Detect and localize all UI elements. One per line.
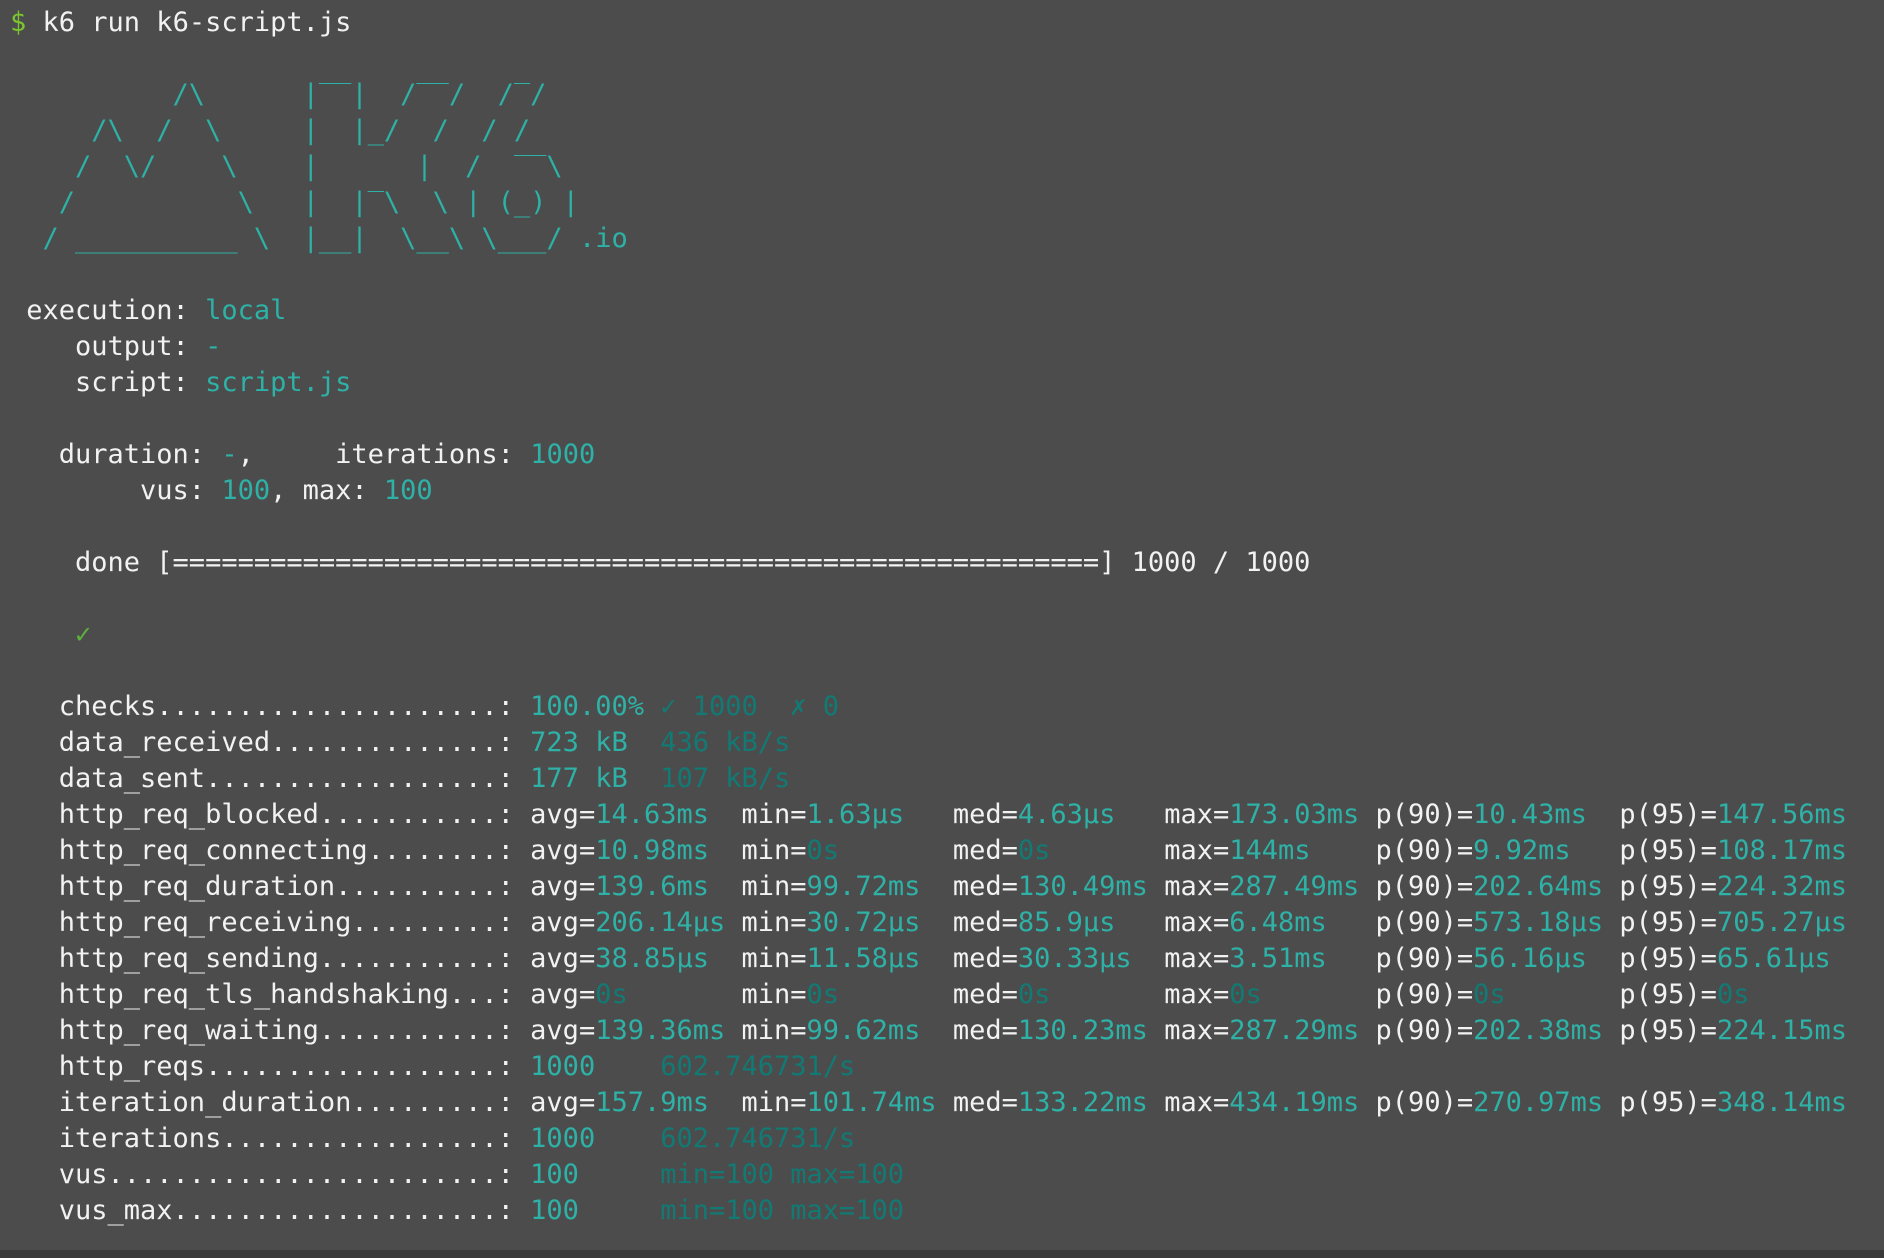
metric-vus-max: vus_max....................: 100 min=100… bbox=[10, 1195, 905, 1226]
metric-data-sent: data_sent..................: 177 kB 107 … bbox=[10, 763, 791, 794]
metric-http-req-blocked: http_req_blocked...........: avg=14.63ms… bbox=[10, 799, 1847, 830]
metric-iteration-duration: iteration_duration.........: avg=157.9ms… bbox=[10, 1087, 1847, 1118]
logo-line-2: /\ / \ | |_/ / / / bbox=[10, 115, 596, 146]
terminal-output: $ k6 run k6-script.js /\ |‾‾| /‾‾/ /‾/ /… bbox=[0, 0, 1884, 1229]
metric-iterations: iterations.................: 1000 602.74… bbox=[10, 1123, 856, 1154]
config-execution: execution: local bbox=[10, 295, 287, 326]
metric-http-req-connecting: http_req_connecting........: avg=10.98ms… bbox=[10, 835, 1847, 866]
logo-line-3: / \/ \ | | / ‾‾\ bbox=[10, 151, 596, 182]
metric-data-received: data_received..............: 723 kB 436 … bbox=[10, 727, 791, 758]
metric-http-req-sending: http_req_sending...........: avg=38.85µs… bbox=[10, 943, 1831, 974]
metric-http-reqs: http_reqs..................: 1000 602.74… bbox=[10, 1051, 856, 1082]
command-line: $ k6 run k6-script.js bbox=[10, 7, 352, 38]
logo-line-1: /\ |‾‾| /‾‾/ /‾/ bbox=[10, 79, 596, 110]
metric-vus: vus........................: 100 min=100… bbox=[10, 1159, 905, 1190]
logo-line-4: / \ | |‾\ \ | (_) | bbox=[10, 187, 596, 218]
metric-http-req-tls-handshaking: http_req_tls_handshaking...: avg=0s min=… bbox=[10, 979, 1750, 1010]
metric-checks: checks.....................: 100.00% ✓ 1… bbox=[10, 691, 840, 722]
window-edge bbox=[0, 1250, 1884, 1258]
terminal-window[interactable]: $ k6 run k6-script.js /\ |‾‾| /‾‾/ /‾/ /… bbox=[0, 0, 1884, 1258]
metric-http-req-waiting: http_req_waiting...........: avg=139.36m… bbox=[10, 1015, 1847, 1046]
config-output: output: - bbox=[10, 331, 222, 362]
logo-line-5: / __________ \ |__| \__\ \___/ .io bbox=[10, 223, 628, 254]
metric-http-req-duration: http_req_duration..........: avg=139.6ms… bbox=[10, 871, 1847, 902]
config-vus-max: vus: 100, max: 100 bbox=[10, 475, 433, 506]
check-pass-line: ✓ bbox=[75, 619, 92, 650]
config-script: script: script.js bbox=[10, 367, 352, 398]
config-duration-iterations: duration: -, iterations: 1000 bbox=[10, 439, 596, 470]
metric-http-req-receiving: http_req_receiving.........: avg=206.14µ… bbox=[10, 907, 1847, 938]
progress-done-line: done [==================================… bbox=[10, 547, 1311, 578]
